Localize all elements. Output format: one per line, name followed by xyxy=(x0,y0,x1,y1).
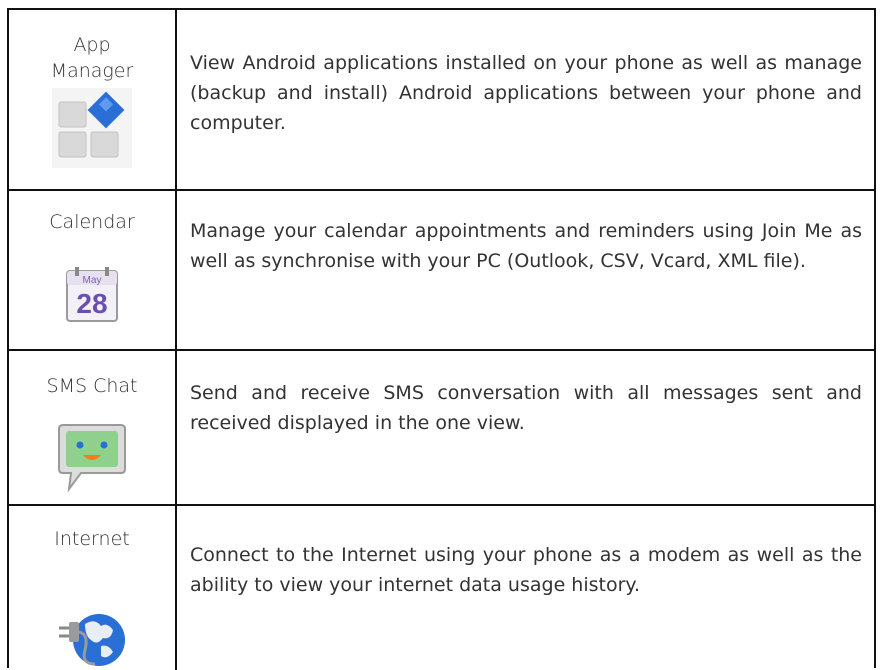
description-cell: View Android applications installed on y… xyxy=(177,10,874,189)
internet-icon xyxy=(59,614,125,666)
description-cell: Send and receive SMS conversation with a… xyxy=(177,351,874,504)
feature-name: Calendar xyxy=(49,211,135,233)
table-row-sms-chat: SMS Chat Send and receive SMS conversati… xyxy=(9,351,874,506)
feature-name: Internet xyxy=(54,528,130,550)
feature-description: Connect to the Internet using your phone… xyxy=(190,544,862,596)
table-row-app-manager: App Manager View Android applications in… xyxy=(9,10,874,191)
sms-chat-icon xyxy=(58,424,126,493)
app-manager-icon xyxy=(52,88,132,168)
feature-cell: App Manager xyxy=(9,10,177,189)
table-row-internet: Internet Connect to the Internet using y… xyxy=(9,506,874,670)
feature-cell: Calendar May 28 xyxy=(9,191,177,349)
description-cell: Manage your calendar appointments and re… xyxy=(177,191,874,349)
calendar-icon-day: 28 xyxy=(76,288,107,319)
table-row-calendar: Calendar May 28 Manage your calendar app… xyxy=(9,191,874,351)
feature-cell: SMS Chat xyxy=(9,351,177,504)
feature-description: Send and receive SMS conversation with a… xyxy=(190,382,862,434)
description-cell: Connect to the Internet using your phone… xyxy=(177,506,874,670)
feature-table: App Manager View Android applications in… xyxy=(7,8,876,670)
feature-cell: Internet xyxy=(9,506,177,670)
feature-description: Manage your calendar appointments and re… xyxy=(190,220,862,272)
calendar-icon-month: May xyxy=(83,275,102,286)
feature-name: App Manager xyxy=(50,34,134,82)
feature-description: View Android applications installed on y… xyxy=(190,52,862,134)
calendar-icon: May 28 xyxy=(66,267,118,322)
feature-name: SMS Chat xyxy=(46,375,138,397)
